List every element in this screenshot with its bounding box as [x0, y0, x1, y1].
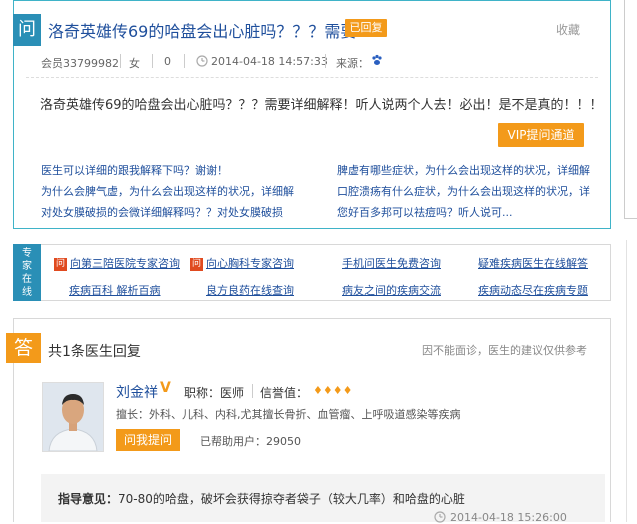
question-body: 洛奇英雄传69的哈盘会出心脏吗？？？需要详细解释！听人说两个人去！必出！是不是真… [40, 98, 603, 113]
guidance-time: 2014-04-18 15:26:00 [450, 511, 567, 524]
expert-link[interactable]: 问向心胸科专家咨询 [190, 255, 294, 271]
right-sidebar-edge [618, 0, 637, 522]
vip-ask-button[interactable]: VIP提问通道 [498, 123, 584, 147]
expert-link[interactable]: 疾病动态尽在疾病专题 [478, 282, 588, 298]
member-id: 会员33799982 [41, 57, 119, 70]
expert-link[interactable]: 疑难疾病医生在线解答 [478, 255, 588, 271]
doctor-specialty: 擅长：外科、儿科、内科,尤其擅长骨折、血管瘤、上呼吸道感染等疾病 [116, 408, 461, 421]
ask-me-button[interactable]: 问我提问 [116, 429, 180, 451]
meta-divider [120, 54, 121, 68]
guidance-text: 指导意见：70-80的哈盘，破坏会获得掠夺者袋子（较大几率）和哈盘的心脏 [58, 492, 465, 506]
answer-icon: 答 [6, 333, 41, 363]
ask-badge-icon: 问 [190, 257, 203, 271]
guidance-label: 指导意见： [58, 492, 119, 506]
gender: 女 [129, 57, 140, 70]
expert-link[interactable]: 疾病百科 解析百病 [69, 282, 161, 298]
divider [26, 77, 598, 78]
disclaimer-note: 因不能面诊，医生的建议仅供参考 [422, 344, 587, 357]
related-question-link[interactable]: 您好百多邦可以祛痘吗？听人说可... [337, 204, 513, 220]
expert-link[interactable]: 问向第三陪医院专家咨询 [54, 255, 180, 271]
ask-badge-icon: 问 [54, 257, 67, 271]
expert-online-label: 专家 在线 [13, 244, 41, 301]
question-icon: 问 [13, 14, 41, 46]
related-question-link[interactable]: 口腔溃疡有什么症状，为什么会出现这样的状况，详 [337, 183, 590, 199]
question-title[interactable]: 洛奇英雄传69的哈盘会出心脏吗？？？需要 [48, 18, 356, 42]
related-question-link[interactable]: 对处女膜破损的会微详细解释吗？？对处女膜破损 [41, 204, 283, 220]
credit-diamonds-icon: ♦♦♦♦ [313, 384, 353, 397]
doctor-title: 职称：医师 [184, 386, 245, 400]
expert-link[interactable]: 手机问医生免费咨询 [342, 255, 441, 271]
meta-divider [325, 54, 326, 68]
verified-v-icon: V [160, 380, 171, 396]
related-question-link[interactable]: 为什么会脾气虚，为什么会出现这样的状况，详细解 [41, 183, 294, 199]
doctor-avatar[interactable] [42, 382, 104, 452]
doctor-photo-icon [43, 383, 103, 451]
clock-icon [434, 511, 446, 523]
source-label: 来源： [336, 57, 369, 70]
related-question-link[interactable]: 医生可以详细的跟我解释下吗？谢谢！ [41, 162, 228, 178]
related-question-link[interactable]: 脾虚有哪些症状，为什么会出现这样的状况，详细解 [337, 162, 590, 178]
meta-divider [184, 54, 185, 68]
expert-link[interactable]: 良方良药在线查询 [206, 282, 294, 298]
question-time: 2014-04-18 14:57:33 [211, 55, 328, 68]
answer-count-title: 共1条医生回复 [48, 344, 141, 360]
age: 0 [164, 55, 171, 68]
paw-icon [372, 54, 382, 65]
doctor-name[interactable]: 刘金祥 [116, 382, 158, 402]
helped-count: 已帮助用户：29050 [200, 435, 301, 448]
clock-icon [196, 55, 208, 67]
meta-divider [152, 54, 153, 68]
credit-label: 信誉值： [260, 386, 309, 400]
status-badge: 已回复 [345, 19, 387, 37]
info-divider [252, 384, 253, 398]
expert-link[interactable]: 病友之间的疾病交流 [342, 282, 441, 298]
collect-link[interactable]: 收藏 [556, 21, 580, 38]
